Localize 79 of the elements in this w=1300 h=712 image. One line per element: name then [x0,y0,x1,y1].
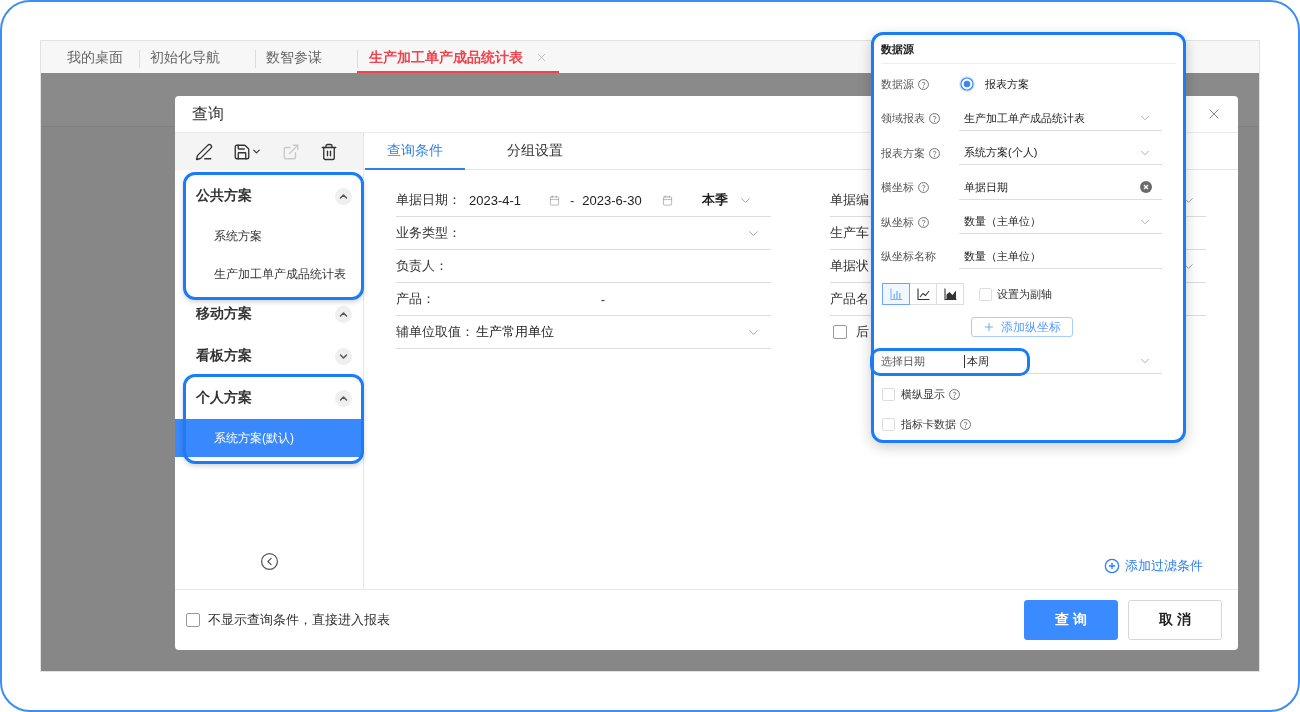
help-icon[interactable] [929,147,940,159]
calendar-icon [549,194,560,206]
help-icon[interactable] [918,182,929,194]
scheme-group-header[interactable]: 看板方案 [175,335,363,377]
tab[interactable]: 数智参谋 [255,41,357,73]
field-label: 产品名 [830,290,869,308]
chevron-up-icon[interactable] [335,305,352,323]
dialog-title: 查询 [192,103,224,124]
tab[interactable]: 我的桌面 [56,41,139,73]
field-label: 领域报表 [881,111,925,127]
add-filter-link[interactable]: 添加过滤条件 [1104,557,1203,575]
save-button[interactable] [233,142,262,161]
field-label: 纵坐标名称 [881,249,936,265]
checkbox[interactable] [186,613,200,627]
checkbox-label: 不显示查询条件，直接进入报表 [208,611,390,629]
help-icon[interactable] [960,419,971,431]
panel-title: 数据源 [881,35,1176,64]
help-icon[interactable] [918,216,929,228]
tab[interactable]: 分组设置 [485,133,585,170]
area-chart-icon [943,288,957,300]
checkbox[interactable] [833,325,847,339]
line-chart-icon [916,288,930,300]
checkbox-label: 设置为副轴 [997,286,1052,302]
field-label: 负责人： [396,257,448,275]
pen-icon [195,142,213,161]
chevron-left-circle-icon [259,552,279,571]
bar-chart-icon [889,288,903,300]
checkbox-label: 指标卡数据 [901,417,956,433]
chevron-up-icon[interactable] [335,187,352,205]
delete-button[interactable] [320,142,338,161]
scheme-item[interactable]: 系统方案 [175,217,363,255]
field-label: 横坐标 [881,180,914,196]
scheme-group-header[interactable]: 公共方案 [175,175,363,217]
external-link-icon [282,142,300,161]
radio-label: 报表方案 [985,76,1029,92]
select-field[interactable]: 生产加工单产成品统计表 [959,106,1162,131]
field-label: 辅单位取值： [396,323,474,341]
scheme-group-header[interactable]: 移动方案 [175,293,363,335]
field-label: 纵坐标 [881,214,914,230]
tab[interactable]: 初始化导航 [139,41,255,73]
help-icon[interactable] [918,78,929,90]
plus-icon [982,321,995,333]
cancel-button[interactable]: 取 消 [1128,600,1222,640]
checkbox-label: 横纵显示 [901,386,945,402]
range-separator: - [570,192,575,208]
select-field[interactable]: 生产常用单位 [474,320,771,344]
field-label: 单据状 [830,257,869,275]
clear-icon[interactable] [1140,181,1152,194]
range-separator: - [600,291,606,307]
field-label: 业务类型： [396,224,461,242]
field-label: 单据日期： [396,191,461,209]
help-icon[interactable] [949,388,960,400]
scheme-group-header[interactable]: 个人方案 [175,377,363,419]
field-label: 生产车 [830,224,869,242]
field-label: 选择日期 [881,354,925,369]
tab[interactable]: 查询条件 [365,133,465,170]
date-field[interactable]: 2023-6-30 [582,188,676,212]
chevron-up-icon[interactable] [335,389,352,407]
field-label: 单据编 [830,191,869,209]
select-field[interactable]: 数量（主单位） [959,210,1162,235]
field-label: 数据源 [881,76,914,92]
edit-button[interactable] [195,142,213,161]
caret-icon [251,146,262,157]
checkbox-label: 后 [856,323,869,341]
scheme-item[interactable]: 生产加工单产成品统计表 [175,255,363,293]
period-select[interactable]: 本季 [675,188,771,212]
input-field[interactable]: 数量（主单位） [959,244,1162,269]
date-field[interactable]: 2023-4-1 [469,188,562,212]
input-field[interactable]: 单据日期 [959,175,1162,200]
field-label: 报表方案 [881,145,925,161]
select-field[interactable]: 系统方案(个人) [959,141,1162,166]
collapse-button[interactable] [259,552,279,571]
chevron-down-icon[interactable] [335,347,352,365]
plus-circle-icon [1104,558,1120,574]
help-icon[interactable] [929,113,940,125]
trash-icon [320,142,338,161]
radio-button[interactable] [959,76,975,93]
calendar-icon [662,194,674,206]
field-label: 产品： [396,290,435,308]
